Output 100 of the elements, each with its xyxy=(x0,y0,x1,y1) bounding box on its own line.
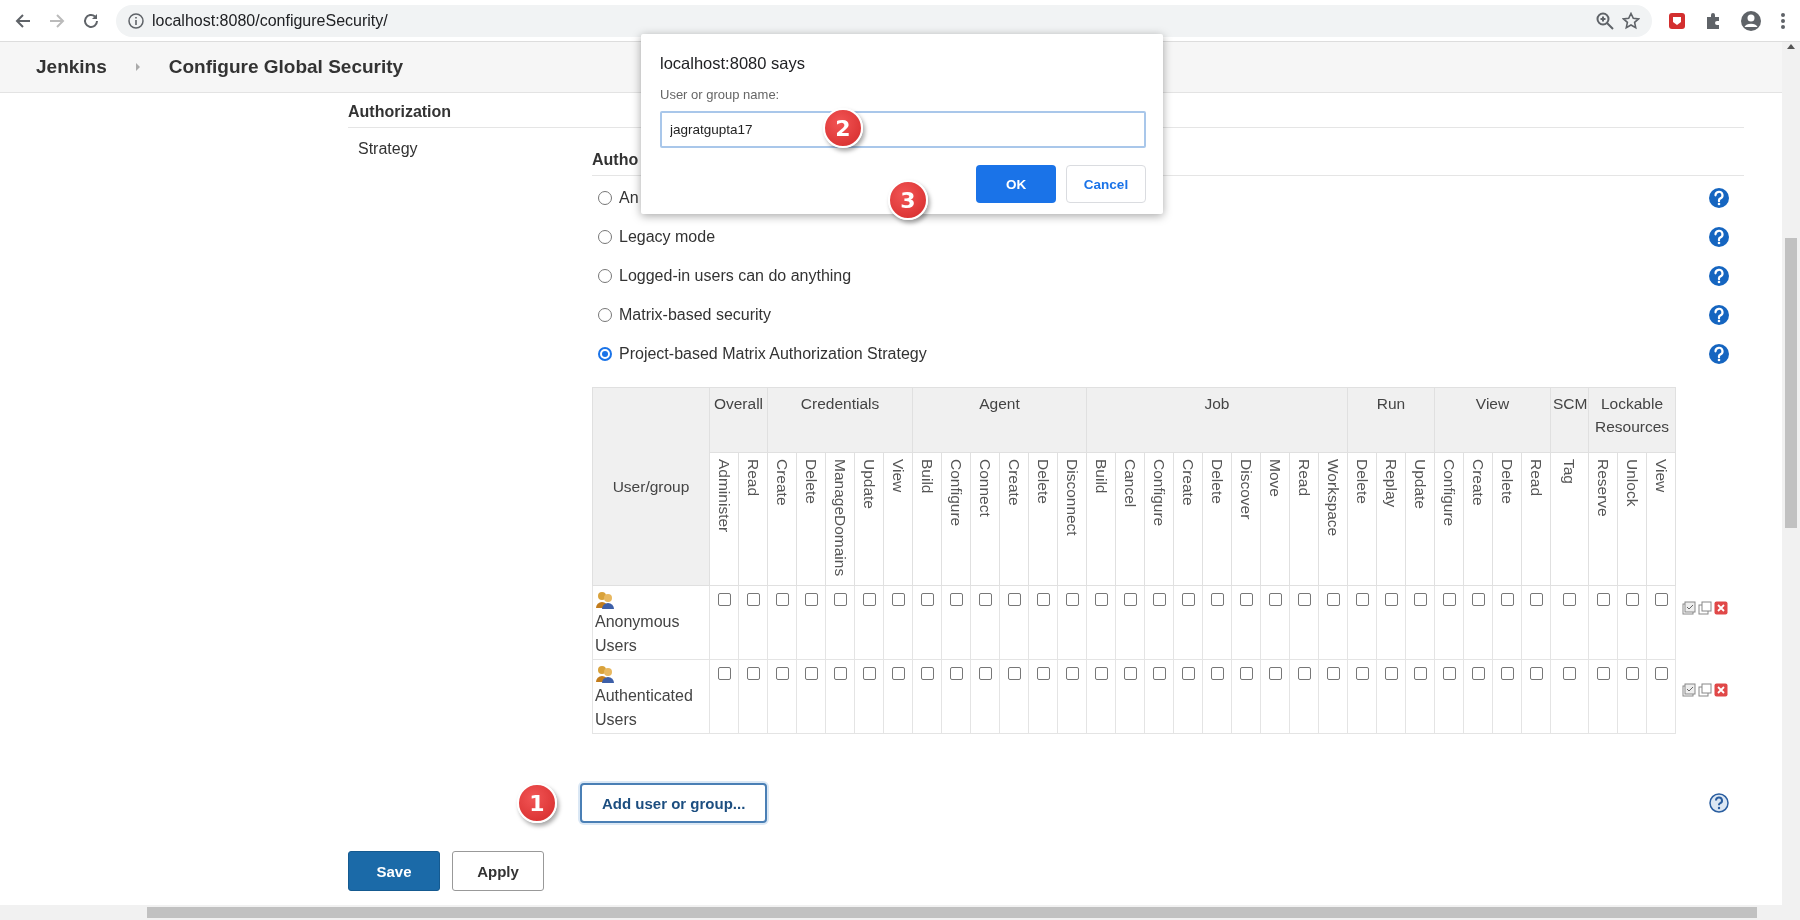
permission-checkbox[interactable] xyxy=(775,667,789,680)
permission-checkbox[interactable] xyxy=(1152,593,1166,606)
permission-checkbox[interactable] xyxy=(1297,593,1311,606)
permission-checkbox[interactable] xyxy=(1123,667,1137,680)
permission-checkbox[interactable] xyxy=(746,667,760,680)
permission-checkbox[interactable] xyxy=(1355,667,1369,680)
help-icon[interactable] xyxy=(1708,264,1730,287)
permission-checkbox[interactable] xyxy=(1442,593,1456,606)
permission-checkbox[interactable] xyxy=(1625,593,1639,606)
permission-checkbox[interactable] xyxy=(1239,667,1253,680)
permission-checkbox[interactable] xyxy=(1413,593,1427,606)
permission-checkbox[interactable] xyxy=(1442,667,1456,680)
permission-checkbox[interactable] xyxy=(1500,667,1514,680)
permission-checkbox[interactable] xyxy=(1065,667,1079,680)
breadcrumb-link[interactable]: Configure Global Security xyxy=(168,56,404,78)
permission-checkbox[interactable] xyxy=(1384,667,1398,680)
permission-checkbox[interactable] xyxy=(1326,593,1340,606)
group-header: Job xyxy=(1086,387,1348,453)
permission-checkbox[interactable] xyxy=(833,593,847,606)
permission-checkbox[interactable] xyxy=(1625,667,1639,680)
shield-extension-icon[interactable] xyxy=(1668,11,1686,30)
permission-checkbox[interactable] xyxy=(862,667,876,680)
permission-checkbox[interactable] xyxy=(1007,593,1021,606)
zoom-icon[interactable] xyxy=(1596,11,1614,30)
permission-checkbox[interactable] xyxy=(1326,667,1340,680)
permission-checkbox[interactable] xyxy=(978,667,992,680)
permission-checkbox[interactable] xyxy=(1596,593,1610,606)
permission-checkbox[interactable] xyxy=(1181,667,1195,680)
permission-checkbox[interactable] xyxy=(775,593,789,606)
help-icon[interactable] xyxy=(1708,225,1730,248)
permission-checkbox[interactable] xyxy=(1268,593,1282,606)
permission-checkbox[interactable] xyxy=(1181,593,1195,606)
permission-checkbox[interactable] xyxy=(1500,593,1514,606)
apply-button[interactable]: Apply xyxy=(452,851,544,891)
permission-checkbox[interactable] xyxy=(1210,667,1224,680)
help-icon[interactable] xyxy=(1708,186,1730,209)
permission-checkbox[interactable] xyxy=(1065,593,1079,606)
permission-checkbox[interactable] xyxy=(1654,667,1668,680)
permission-checkbox[interactable] xyxy=(804,667,818,680)
scrollbar-thumb[interactable] xyxy=(1785,238,1797,528)
permission-checkbox[interactable] xyxy=(1596,667,1610,680)
permission-checkbox[interactable] xyxy=(1413,667,1427,680)
help-icon[interactable] xyxy=(1708,303,1730,326)
permission-checkbox[interactable] xyxy=(1123,593,1137,606)
breadcrumb-link[interactable]: Jenkins xyxy=(36,56,107,78)
permission-checkbox[interactable] xyxy=(1007,667,1021,680)
permission-checkbox[interactable] xyxy=(920,593,934,606)
permission-checkbox[interactable] xyxy=(1239,593,1253,606)
permission-checkbox[interactable] xyxy=(949,667,963,680)
permission-header: Disconnect xyxy=(1064,459,1080,536)
permission-checkbox[interactable] xyxy=(920,667,934,680)
add-user-button[interactable]: Add user or group... xyxy=(580,783,768,823)
permission-checkbox[interactable] xyxy=(1268,667,1282,680)
select-all-icon[interactable] xyxy=(1682,683,1696,697)
puzzle-icon[interactable] xyxy=(1704,11,1722,30)
profile-icon[interactable] xyxy=(1740,9,1762,32)
permission-checkbox[interactable] xyxy=(1654,593,1668,606)
permission-checkbox[interactable] xyxy=(804,593,818,606)
permission-checkbox[interactable] xyxy=(862,593,876,606)
save-button[interactable]: Save xyxy=(348,851,440,891)
permission-checkbox[interactable] xyxy=(1529,667,1543,680)
permission-checkbox[interactable] xyxy=(978,593,992,606)
radio-button[interactable] xyxy=(598,346,612,361)
permission-checkbox[interactable] xyxy=(1036,593,1050,606)
reload-icon[interactable] xyxy=(82,11,100,30)
address-bar[interactable]: localhost:8080/configureSecurity/ xyxy=(116,4,1652,37)
help-icon[interactable] xyxy=(1708,342,1730,365)
permission-checkbox[interactable] xyxy=(1094,667,1108,680)
copy-icon[interactable] xyxy=(1698,601,1712,615)
permission-checkbox[interactable] xyxy=(717,593,731,606)
back-icon[interactable] xyxy=(14,11,32,30)
dialog-title: localhost:8080 says xyxy=(660,54,806,73)
help-icon[interactable] xyxy=(1709,793,1729,813)
delete-icon[interactable] xyxy=(1714,683,1728,697)
permission-checkbox[interactable] xyxy=(1210,593,1224,606)
permission-checkbox[interactable] xyxy=(891,667,905,680)
copy-icon[interactable] xyxy=(1698,683,1712,697)
permission-checkbox[interactable] xyxy=(891,593,905,606)
permission-checkbox[interactable] xyxy=(1471,593,1485,606)
ok-button[interactable]: OK xyxy=(976,165,1056,203)
permission-checkbox[interactable] xyxy=(717,667,731,680)
permission-checkbox[interactable] xyxy=(1563,593,1576,606)
permission-checkbox[interactable] xyxy=(1036,667,1050,680)
permission-checkbox[interactable] xyxy=(746,593,760,606)
permission-checkbox[interactable] xyxy=(1297,667,1311,680)
star-icon[interactable] xyxy=(1622,11,1640,30)
permission-checkbox[interactable] xyxy=(1355,593,1369,606)
permission-checkbox[interactable] xyxy=(1471,667,1485,680)
permission-checkbox[interactable] xyxy=(1152,667,1166,680)
cancel-button[interactable]: Cancel xyxy=(1066,165,1146,203)
delete-icon[interactable] xyxy=(1714,601,1728,615)
permission-checkbox[interactable] xyxy=(1529,593,1543,606)
permission-checkbox[interactable] xyxy=(1563,667,1576,680)
permission-checkbox[interactable] xyxy=(1384,593,1398,606)
permission-checkbox[interactable] xyxy=(833,667,847,680)
scrollbar-thumb[interactable] xyxy=(147,907,1757,918)
permission-checkbox[interactable] xyxy=(1094,593,1108,606)
menu-icon[interactable] xyxy=(1780,11,1786,30)
select-all-icon[interactable] xyxy=(1682,601,1696,615)
permission-checkbox[interactable] xyxy=(949,593,963,606)
